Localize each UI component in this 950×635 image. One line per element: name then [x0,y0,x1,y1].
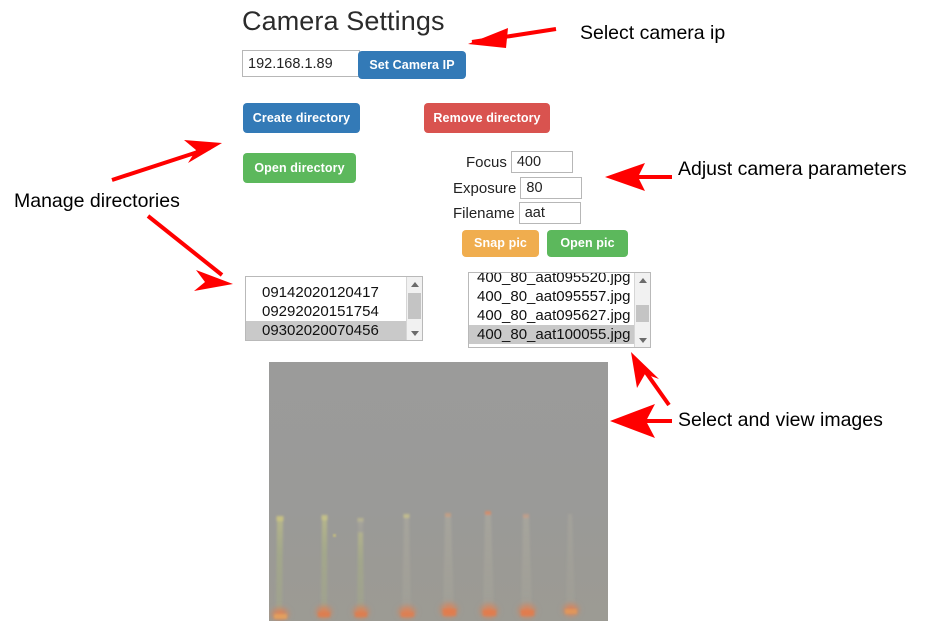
file-listbox[interactable]: 400_80_aat095520.jpg 400_80_aat095557.jp… [468,272,651,348]
directory-listbox[interactable]: 09142020120417 09292020151754 0930202007… [245,276,423,341]
filename-input[interactable] [518,202,581,224]
exposure-input[interactable] [520,177,583,199]
annotation-adjust-camera-parameters: Adjust camera parameters [678,158,907,180]
create-directory-button[interactable]: Create directory [243,103,360,133]
camera-ip-input[interactable] [242,50,360,77]
scroll-up-icon[interactable] [407,277,422,291]
scrollbar-thumb[interactable] [636,305,649,322]
list-item[interactable]: 09302020070456 [246,321,406,340]
filename-parameter-row: Filename [453,202,581,224]
arrow-manage-directories-down [146,214,233,291]
scroll-down-icon[interactable] [635,333,650,347]
scroll-up-icon[interactable] [635,273,650,287]
list-item[interactable]: 400_80_aat100055.jpg [469,325,634,344]
focus-parameter-row: Focus [466,151,573,173]
camera-settings-panel: Camera Settings Set Camera IP Create dir… [240,0,660,635]
exposure-label: Exposure [453,179,517,197]
screenshot-root: Camera Settings Set Camera IP Create dir… [0,0,950,635]
remove-directory-button[interactable]: Remove directory [424,103,550,133]
focus-input[interactable] [510,151,573,173]
annotation-select-camera-ip: Select camera ip [580,22,726,44]
exposure-parameter-row: Exposure [453,177,583,199]
annotation-select-and-view-images: Select and view images [678,409,883,431]
list-item[interactable]: 400_80_aat095557.jpg [469,287,634,306]
list-item[interactable]: 400_80_aat095520.jpg [469,273,634,287]
scroll-down-icon[interactable] [407,326,422,340]
directory-list-scrollbar[interactable] [406,277,422,340]
page-title: Camera Settings [242,6,445,36]
list-item[interactable]: 400_80_aat095627.jpg [469,306,634,325]
filename-label: Filename [453,204,515,222]
arrow-manage-directories-up [111,140,222,182]
set-camera-ip-button[interactable]: Set Camera IP [358,51,466,79]
list-item[interactable]: 09142020120417 [246,283,406,302]
scrollbar-thumb[interactable] [408,293,421,319]
annotation-manage-directories: Manage directories [14,190,180,212]
preview-photo [269,362,608,621]
directory-list-items[interactable]: 09142020120417 09292020151754 0930202007… [246,277,406,340]
image-preview[interactable] [269,362,608,621]
list-item[interactable]: 09292020151754 [246,302,406,321]
file-list-items[interactable]: 400_80_aat095520.jpg 400_80_aat095557.jp… [469,273,634,347]
open-pic-button[interactable]: Open pic [547,230,628,257]
file-list-scrollbar[interactable] [634,273,650,347]
snap-pic-button[interactable]: Snap pic [462,230,539,257]
focus-label: Focus [466,153,507,171]
open-directory-button[interactable]: Open directory [243,153,356,183]
